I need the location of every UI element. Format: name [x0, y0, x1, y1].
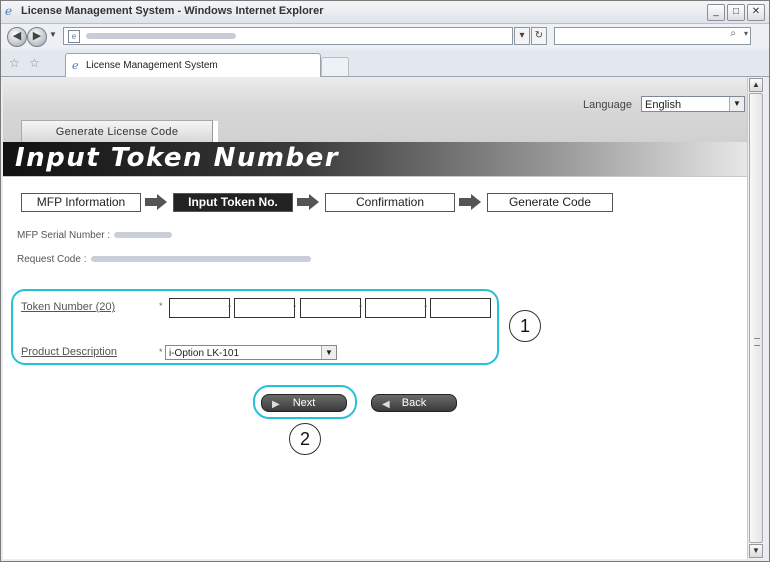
back-arrow-icon[interactable]: ◀ [7, 27, 27, 47]
scroll-up-icon[interactable]: ▲ [749, 78, 763, 92]
request-code-value [90, 256, 311, 263]
step-confirmation: Confirmation [325, 193, 455, 212]
address-value [86, 33, 236, 39]
callout-number-1: 1 [509, 310, 541, 342]
step-generate-code: Generate Code [487, 193, 613, 212]
refresh-icon[interactable]: ↻ [531, 27, 547, 45]
address-bar-row: ◀ ▶ ▼ e ▾ ↻ ✕ ⌕ ▾ [1, 24, 769, 48]
step-mfp-information: MFP Information [21, 193, 141, 212]
token-separator: - [228, 301, 232, 312]
address-field[interactable]: e [63, 27, 513, 45]
mfp-serial-label: MFP Serial Number : [17, 230, 111, 241]
vertical-scrollbar[interactable]: ▲ ▼ [747, 77, 764, 559]
step-arrow-icon [145, 194, 167, 210]
new-tab-button[interactable] [321, 57, 349, 76]
product-description-value: i-Option LK-101 [169, 348, 240, 359]
next-button[interactable]: ▶ Next [261, 394, 347, 412]
required-mark: * [159, 347, 163, 357]
chevron-down-icon: ▼ [321, 346, 336, 359]
grip-icon [754, 338, 760, 346]
forward-arrow-icon[interactable]: ▶ [27, 27, 47, 47]
history-dropdown-icon[interactable]: ▼ [49, 30, 57, 39]
product-description-select[interactable]: i-Option LK-101 ▼ [165, 345, 337, 360]
language-select[interactable]: English ▼ [641, 96, 745, 112]
next-button-label: Next [292, 397, 316, 409]
token-field-4[interactable] [365, 298, 426, 318]
tab-label: License Management System [86, 60, 218, 71]
token-field-5[interactable] [430, 298, 491, 318]
tab-bar: ☆ ☆ ℯ License Management System [1, 50, 769, 77]
page-title: Input Token Number [15, 143, 340, 173]
back-button-label: Back [401, 397, 427, 409]
play-left-icon: ◀ [382, 399, 390, 410]
callout-number-2: 2 [289, 423, 321, 455]
token-field-1[interactable] [169, 298, 230, 318]
maximize-button[interactable]: □ [727, 4, 745, 21]
page-title-bar: Input Token Number [3, 142, 747, 176]
token-field-2[interactable] [234, 298, 295, 318]
scroll-down-icon[interactable]: ▼ [749, 544, 763, 558]
token-separator: - [424, 301, 428, 312]
close-button[interactable]: ✕ [747, 4, 765, 21]
search-icon[interactable]: ⌕ [730, 28, 736, 39]
request-code-label: Request Code : [17, 254, 87, 265]
window-title: License Management System - Windows Inte… [21, 5, 324, 17]
product-description-label: Product Description [21, 346, 117, 358]
title-bar: ℯ License Management System - Windows In… [1, 1, 769, 24]
step-arrow-icon [297, 194, 319, 210]
ie-logo-icon: ℯ [72, 60, 79, 72]
address-dropdown-button[interactable]: ▾ [514, 27, 530, 45]
search-field[interactable]: ⌕ ▾ [554, 27, 751, 45]
token-separator: - [293, 301, 297, 312]
chevron-down-icon: ▼ [729, 97, 744, 111]
minimize-button[interactable]: _ [707, 4, 725, 21]
mfp-serial-row: MFP Serial Number : [17, 230, 173, 241]
token-separator: - [359, 301, 363, 312]
back-button[interactable]: ◀ Back [371, 394, 457, 412]
play-right-icon: ▶ [272, 399, 280, 410]
menu-tab-generate-license-code[interactable]: Generate License Code [21, 120, 218, 143]
favorites-star-icon[interactable]: ☆ [9, 56, 20, 70]
token-field-3[interactable] [300, 298, 361, 318]
search-options-icon[interactable]: ▾ [744, 29, 748, 38]
tab-license-management[interactable]: ℯ License Management System [65, 53, 321, 77]
language-label: Language [583, 99, 632, 111]
request-code-row: Request Code : [17, 254, 311, 265]
step-input-token: Input Token No. [173, 193, 293, 212]
step-arrow-icon [459, 194, 481, 210]
token-number-label: Token Number (20) [21, 301, 116, 313]
required-mark: * [159, 301, 163, 311]
language-value: English [645, 99, 682, 111]
scroll-thumb[interactable] [749, 93, 763, 543]
page-icon: e [68, 30, 80, 43]
page-content: Language English ▼ Generate License Code… [3, 77, 747, 559]
browser-window: ℯ License Management System - Windows In… [0, 0, 770, 562]
ie-logo-icon: ℯ [5, 4, 13, 18]
add-favorites-icon[interactable]: ☆ [29, 56, 40, 70]
mfp-serial-value [114, 232, 173, 239]
